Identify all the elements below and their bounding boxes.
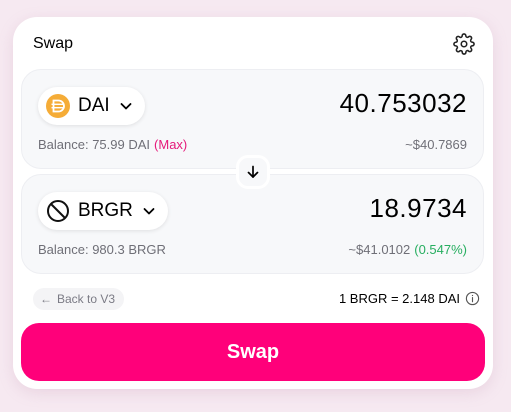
chevron-down-icon bbox=[120, 103, 132, 110]
output-token-selector[interactable]: BRGR bbox=[38, 192, 168, 230]
output-token-symbol: BRGR bbox=[78, 200, 133, 221]
output-token-panel: BRGR 18.9734 Balance: 980.3 BRGR ~$41.01… bbox=[21, 174, 484, 274]
swap-title: Swap bbox=[33, 35, 74, 52]
info-icon bbox=[465, 291, 480, 306]
output-amount-field[interactable]: 18.9734 bbox=[327, 193, 467, 224]
exchange-rate-text: 1 BRGR = 2.148 DAI bbox=[338, 291, 460, 306]
back-to-v3-label: Back to V3 bbox=[57, 292, 116, 306]
input-balance: Balance: 75.99 DAI (Max) bbox=[38, 137, 187, 152]
input-balance-text: Balance: 75.99 DAI bbox=[38, 137, 151, 152]
chevron-down-icon bbox=[143, 208, 155, 215]
swap-card: Swap DAI 40.753032 Balance: 75.99 DAI (Ma… bbox=[13, 17, 493, 389]
swap-header: Swap bbox=[33, 33, 475, 57]
output-usd-text: ~$41.0102 bbox=[348, 242, 411, 257]
arrow-down-icon bbox=[247, 165, 259, 178]
exchange-rate[interactable]: 1 BRGR = 2.148 DAI bbox=[339, 291, 480, 306]
max-button[interactable]: (Max) bbox=[154, 137, 187, 152]
output-balance: Balance: 980.3 BRGR bbox=[38, 242, 166, 257]
input-amount-field[interactable]: 40.753032 bbox=[327, 88, 467, 119]
input-token-selector[interactable]: DAI bbox=[38, 87, 145, 125]
gear-icon[interactable] bbox=[453, 33, 475, 55]
back-to-v3-link[interactable]: ← Back to V3 bbox=[33, 288, 125, 310]
arrow-left-icon: ← bbox=[40, 292, 52, 306]
switch-tokens-button[interactable] bbox=[236, 155, 270, 189]
swap-button[interactable]: Swap bbox=[21, 323, 485, 381]
input-token-panel: DAI 40.753032 Balance: 75.99 DAI (Max) ~$… bbox=[21, 69, 484, 169]
input-token-symbol: DAI bbox=[78, 95, 110, 116]
input-usd-value: ~$40.7869 bbox=[405, 137, 467, 152]
switch-tokens-inner bbox=[239, 158, 267, 186]
output-usd-value: ~$41.0102 (0.547%) bbox=[348, 242, 467, 257]
price-impact-percent: (0.547%) bbox=[414, 242, 467, 257]
unknown-token-icon bbox=[47, 200, 69, 222]
dai-coin-icon bbox=[46, 94, 70, 118]
